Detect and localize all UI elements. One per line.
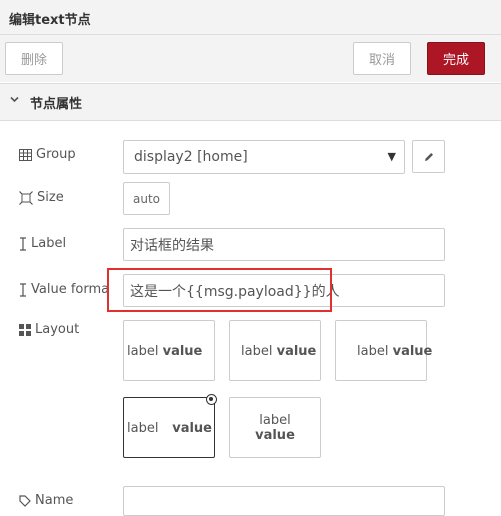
layout-option-row-left-selected[interactable]: label value: [123, 394, 217, 458]
name-input[interactable]: [123, 486, 445, 516]
text-cursor-icon: [20, 282, 26, 297]
size-label-row: Size: [19, 190, 64, 205]
layout-option-value: value: [162, 344, 203, 359]
group-select-value: display2 [home]: [134, 149, 248, 165]
edit-group-button[interactable]: [412, 140, 445, 173]
label-input[interactable]: 对话框的结果: [123, 228, 445, 261]
layout-option-value: value: [392, 344, 433, 359]
editor-title-bar: 编辑text节点: [0, 0, 501, 35]
value-format-label-row: Value format: [19, 282, 107, 300]
chevron-down-icon: [10, 93, 19, 108]
layout-option-row-spread[interactable]: label value: [123, 320, 215, 381]
layout-label: Layout: [35, 322, 80, 337]
selected-radio-icon: [206, 394, 217, 405]
node-properties-header[interactable]: 节点属性: [0, 83, 501, 121]
caret-down-icon: ▼: [387, 150, 396, 163]
cancel-button[interactable]: 取消: [353, 42, 411, 75]
layout-option-value: value: [276, 344, 317, 359]
grid-icon: [19, 323, 31, 336]
table-icon: [19, 148, 32, 161]
done-button[interactable]: 完成: [427, 42, 485, 75]
size-button[interactable]: auto: [123, 182, 170, 215]
layout-option-label: label: [127, 421, 159, 436]
layout-option-value: value: [255, 428, 295, 443]
tag-icon: [19, 494, 31, 507]
value-format-input[interactable]: 这是一个{{msg.payload}}的人: [123, 274, 445, 307]
group-label: Group: [36, 147, 76, 162]
layout-option-row-right[interactable]: label value: [335, 320, 432, 381]
layout-option-row-center[interactable]: label value: [229, 320, 321, 381]
name-label-row: Name: [19, 493, 73, 508]
group-select[interactable]: display2 [home] ▼: [123, 140, 405, 174]
label-label-row: Label: [19, 236, 66, 251]
resize-icon: [19, 190, 33, 205]
layout-option-col-center[interactable]: label value: [229, 397, 321, 458]
pencil-icon: [424, 152, 433, 161]
group-label-row: Group: [19, 147, 76, 162]
editor-title: 编辑text节点: [9, 13, 91, 28]
layout-option-label: label: [127, 344, 159, 359]
layout-option-label: label: [259, 413, 291, 428]
editor-toolbar: 删除 取消 完成: [0, 35, 501, 82]
section-title: 节点属性: [30, 97, 83, 112]
value-format-label: Value format: [31, 282, 107, 297]
label-label: Label: [31, 236, 67, 251]
name-label: Name: [35, 493, 74, 508]
text-cursor-icon: [20, 236, 26, 251]
layout-label-row: Layout: [19, 322, 79, 337]
layout-option-label: label: [241, 344, 273, 359]
delete-button[interactable]: 删除: [5, 42, 63, 75]
layout-option-label: label: [357, 344, 389, 359]
layout-option-value: value: [172, 421, 212, 436]
size-label: Size: [37, 190, 64, 205]
